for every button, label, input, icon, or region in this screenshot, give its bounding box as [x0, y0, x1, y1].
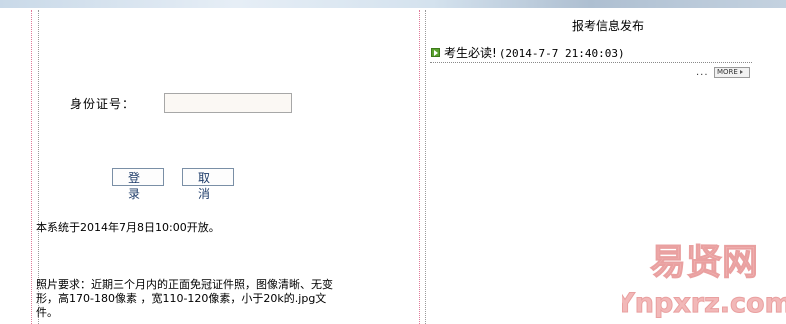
- more-button[interactable]: MORE: [714, 67, 750, 78]
- watermark-text-cn: 易贤网: [650, 242, 758, 283]
- center-divider-inner: [425, 10, 426, 324]
- cancel-button[interactable]: 取消: [182, 168, 234, 201]
- left-border: [31, 10, 32, 324]
- more-label: MORE: [717, 68, 738, 76]
- id-number-input[interactable]: [164, 93, 292, 113]
- news-item-link[interactable]: 考生必读!: [444, 46, 497, 60]
- news-item-date: (2014-7-7 21:40:03): [498, 47, 625, 60]
- top-banner: [0, 0, 786, 8]
- news-panel-title: 报考信息发布: [571, 19, 644, 33]
- photo-requirements: 照片要求：近期三个月内的正面免冠证件照，图像清晰、无变形，高170-180像素 …: [36, 278, 333, 319]
- arrow-bullet-icon: [431, 48, 440, 57]
- left-border-inner: [38, 10, 39, 324]
- news-divider: [430, 62, 752, 63]
- triangle-right-icon: [739, 70, 743, 74]
- more-ellipsis: ...: [696, 67, 709, 78]
- watermark-text-url: Ynpxrz.com: [622, 288, 786, 319]
- id-number-label: 身份证号：: [70, 97, 136, 111]
- news-list-item: 考生必读! (2014-7-7 21:40:03): [431, 44, 625, 61]
- system-open-notice: 本系统于2014年7月8日10:00开放。: [36, 221, 220, 234]
- login-button[interactable]: 登录: [112, 168, 164, 201]
- center-divider: [419, 10, 420, 324]
- watermark-logo: 易贤网 Ynpxrz.com: [622, 242, 786, 320]
